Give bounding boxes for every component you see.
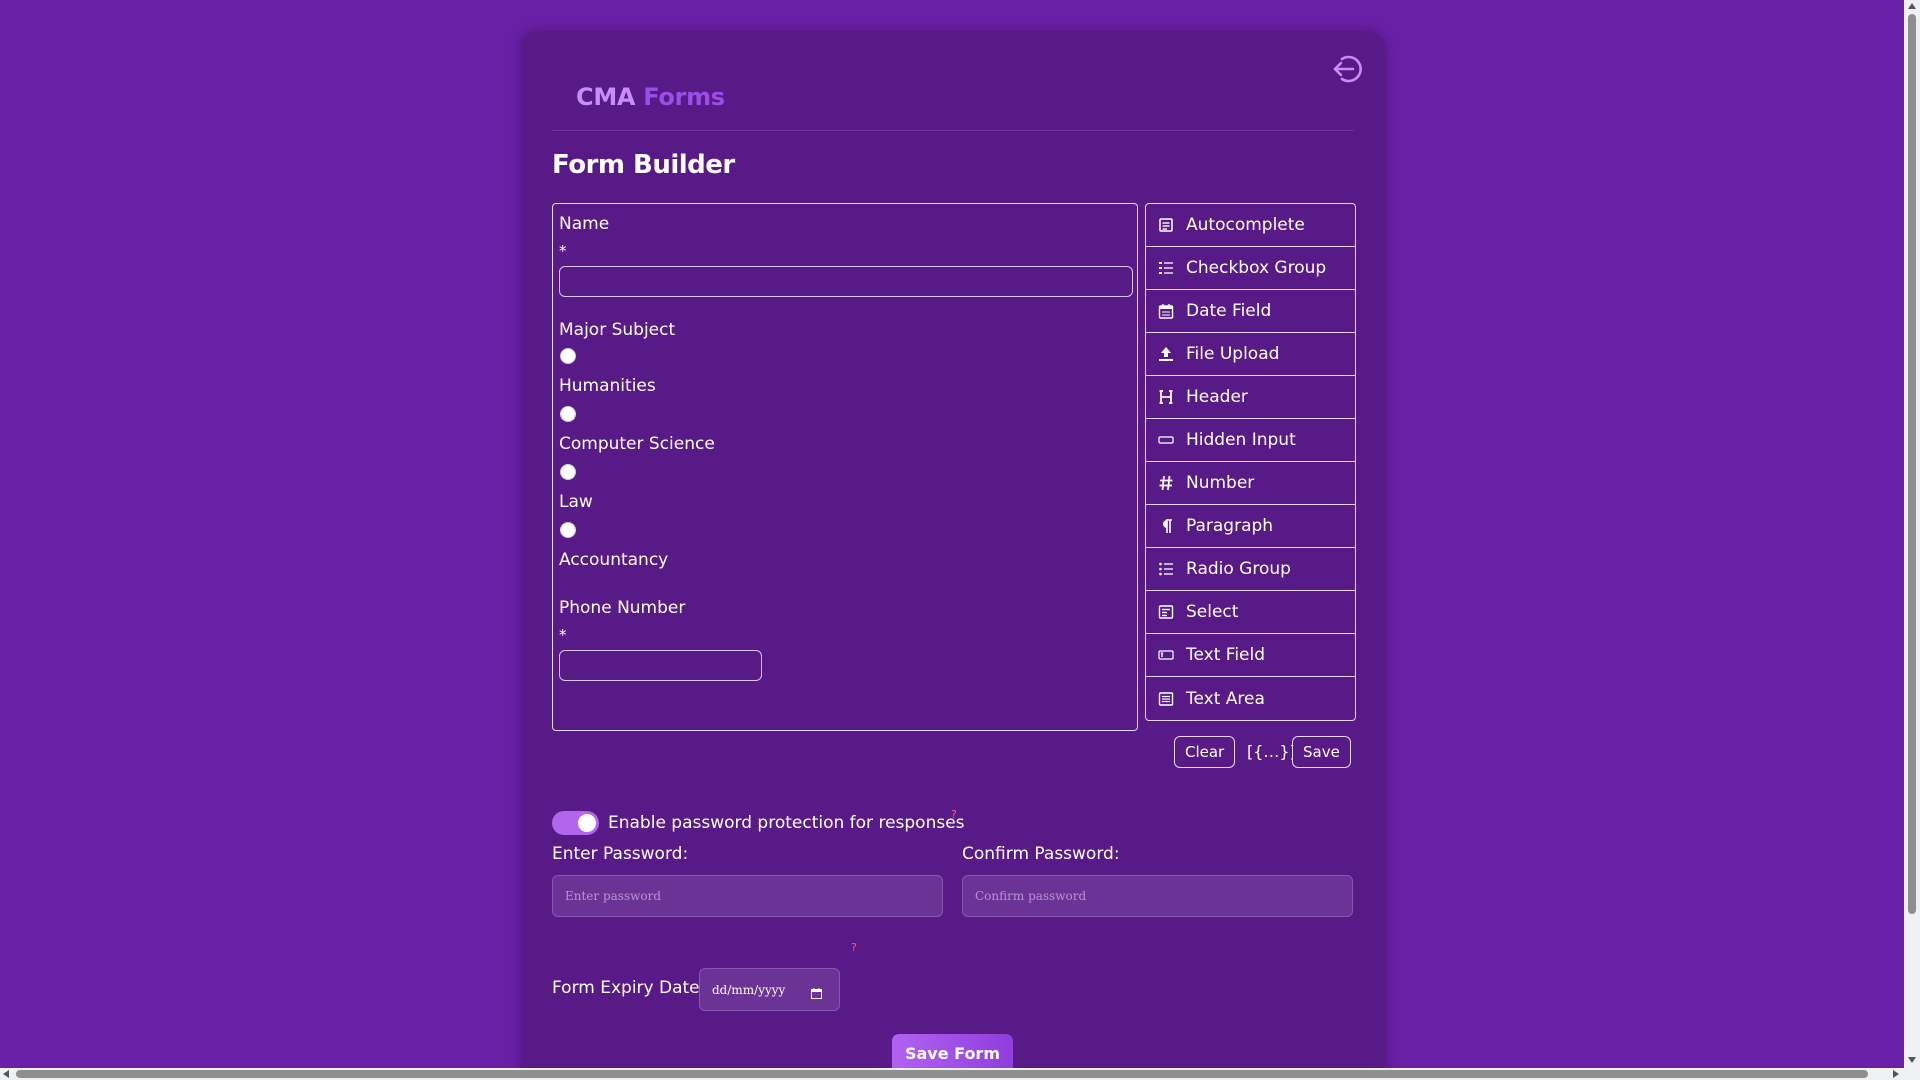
text-area-icon (1158, 691, 1174, 707)
page-title: Form Builder (552, 150, 735, 180)
expiry-help-icon[interactable]: ? (851, 941, 857, 954)
control-number[interactable]: Number (1146, 462, 1355, 505)
option-label-law: Law (559, 492, 593, 512)
view-json-button[interactable]: [{…}] (1247, 736, 1296, 768)
name-input[interactable] (559, 266, 1133, 297)
radio-accountancy[interactable] (560, 522, 576, 538)
control-date-field[interactable]: Date Field (1146, 290, 1355, 333)
autocomplete-icon (1158, 217, 1174, 233)
name-required-mark: * (559, 242, 567, 260)
control-panel: Autocomplete Checkbox Group Date Field F… (1145, 203, 1356, 721)
text-field-icon (1158, 647, 1174, 663)
radio-computer-science[interactable] (560, 406, 576, 422)
checkbox-group-icon (1158, 260, 1174, 276)
clear-button[interactable]: Clear (1174, 736, 1235, 768)
calendar-icon (1158, 303, 1174, 319)
control-header[interactable]: Header (1146, 376, 1355, 419)
phone-label: Phone Number (559, 598, 685, 618)
control-select[interactable]: Select (1146, 591, 1355, 634)
scroll-right-icon[interactable] (1893, 1070, 1899, 1078)
calendar-picker-icon[interactable] (811, 984, 822, 995)
save-button[interactable]: Save (1292, 736, 1351, 768)
expiry-date-value: dd/mm/yyyy (712, 983, 785, 997)
horizontal-scrollbar[interactable] (0, 1068, 1920, 1080)
expiry-date-label: Form Expiry Date: (552, 978, 705, 998)
password-help-icon[interactable]: ? (951, 808, 957, 821)
control-text-area[interactable]: Text Area (1146, 677, 1355, 720)
hash-icon (1158, 475, 1174, 491)
control-hidden-input[interactable]: Hidden Input (1146, 419, 1355, 462)
toggle-knob (578, 814, 596, 832)
option-label-computer-science: Computer Science (559, 434, 715, 454)
vertical-scrollbar[interactable] (1904, 0, 1920, 1068)
header-icon (1158, 389, 1174, 405)
phone-required-mark: * (559, 626, 567, 644)
paragraph-icon (1158, 518, 1174, 534)
control-text-field[interactable]: Text Field (1146, 634, 1355, 677)
form-builder-card: CMA Forms Form Builder Name * Major Subj… (521, 31, 1385, 1080)
control-radio-group[interactable]: Radio Group (1146, 548, 1355, 591)
vertical-scroll-thumb[interactable] (1908, 14, 1916, 914)
phone-input[interactable] (559, 650, 762, 681)
confirm-password-input[interactable] (962, 875, 1353, 917)
password-protection-label: Enable password protection for responses (608, 813, 965, 833)
control-paragraph[interactable]: Paragraph (1146, 505, 1355, 548)
major-subject-label: Major Subject (559, 320, 675, 340)
radio-law[interactable] (560, 464, 576, 480)
scroll-up-icon[interactable] (1908, 3, 1916, 9)
name-label: Name (559, 214, 609, 234)
enter-password-label: Enter Password: (552, 844, 688, 864)
control-checkbox-group[interactable]: Checkbox Group (1146, 247, 1355, 290)
option-label-humanities: Humanities (559, 376, 656, 396)
password-protection-toggle[interactable] (552, 811, 599, 835)
enter-password-input[interactable] (552, 875, 943, 917)
confirm-password-label: Confirm Password: (962, 844, 1120, 864)
control-file-upload[interactable]: File Upload (1146, 333, 1355, 376)
header-divider (552, 130, 1354, 131)
scroll-down-icon[interactable] (1908, 1057, 1916, 1063)
control-autocomplete[interactable]: Autocomplete (1146, 204, 1355, 247)
hidden-input-icon (1158, 432, 1174, 448)
select-icon (1158, 604, 1174, 620)
expiry-date-input[interactable]: dd/mm/yyyy (699, 968, 840, 1011)
logout-icon[interactable] (1329, 51, 1365, 87)
horizontal-scroll-thumb[interactable] (16, 1070, 1868, 1078)
scroll-left-icon[interactable] (3, 1070, 9, 1078)
form-stage[interactable]: Name * Major Subject Humanities Computer… (552, 203, 1138, 731)
option-label-accountancy: Accountancy (559, 550, 668, 570)
radio-group-icon (1158, 561, 1174, 577)
brand-logo: CMA Forms (576, 83, 725, 111)
radio-humanities[interactable] (560, 348, 576, 364)
upload-icon (1158, 346, 1174, 362)
